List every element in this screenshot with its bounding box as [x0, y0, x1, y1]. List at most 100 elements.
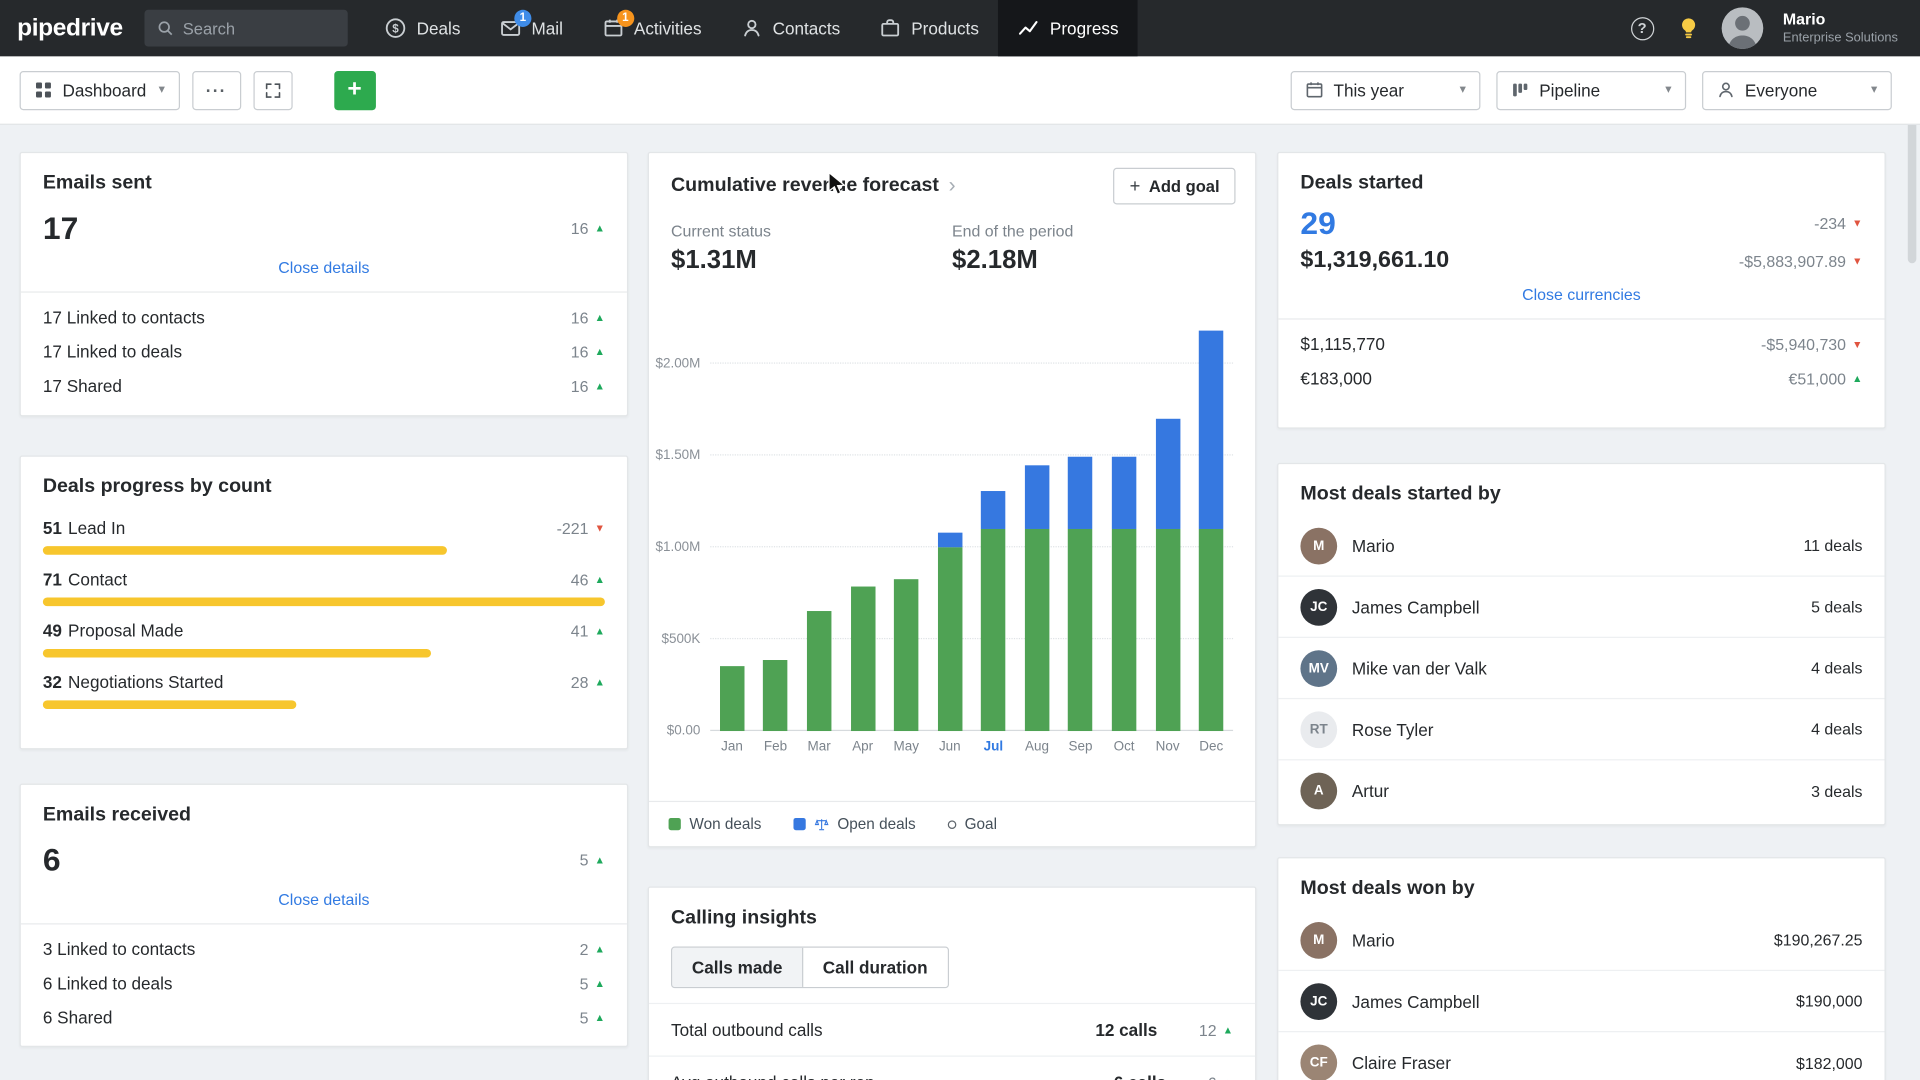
nav-item-deals[interactable]: $ Deals [365, 0, 480, 56]
won-deals-segment [981, 529, 1005, 731]
nav-item-contacts[interactable]: Contacts [721, 0, 860, 56]
card-emails-received[interactable]: Emails received 6 5 Close details 3 Link… [20, 784, 629, 1047]
plus-icon: + [1130, 176, 1141, 197]
card-calling-insights[interactable]: Calling insights Calls made Call duratio… [648, 887, 1257, 1080]
list-item[interactable]: 17 Shared 16 [21, 369, 627, 403]
user-info[interactable]: Mario Enterprise Solutions [1783, 10, 1898, 46]
leaderboard-row[interactable]: MV Mike van der Valk 4 deals [1278, 638, 1884, 699]
person-name[interactable]: Mike van der Valk [1352, 658, 1811, 678]
card-revenue-forecast[interactable]: Cumulative revenue forecast › + Add goal… [648, 152, 1257, 848]
metric-row[interactable]: Avg outbound calls per rep 6 calls 6 [649, 1056, 1255, 1080]
more-options-button[interactable]: ··· [192, 70, 241, 109]
stage-row[interactable]: 71Contact 46 [21, 555, 627, 606]
person-name[interactable]: Mario [1352, 536, 1804, 556]
bar-jul[interactable] [972, 327, 1016, 731]
tab-calls-made[interactable]: Calls made [672, 948, 802, 987]
list-item[interactable]: 6 Linked to deals 5 [21, 966, 627, 1000]
card-title: Most deals started by [1278, 464, 1884, 515]
list-item[interactable]: 17 Linked to deals 16 [21, 334, 627, 368]
currency-row[interactable]: €183,000 €51,000 [1278, 361, 1884, 395]
bar-nov[interactable] [1146, 327, 1190, 731]
card-most-deals-started[interactable]: Most deals started by M Mario 11 deals J… [1277, 463, 1886, 825]
bar-feb[interactable] [754, 327, 798, 731]
leaderboard-row[interactable]: JC James Campbell 5 deals [1278, 577, 1884, 638]
help-button[interactable]: ? [1629, 15, 1656, 42]
person-name[interactable]: James Campbell [1352, 597, 1811, 617]
filter-owner[interactable]: Everyone ▾ [1702, 70, 1892, 109]
calling-tabs: Calls made Call duration [671, 947, 948, 989]
avatar-photo [1722, 7, 1764, 49]
person-name[interactable]: Mario [1352, 930, 1774, 950]
user-name: Mario [1783, 10, 1898, 30]
won-deals-segment [807, 611, 831, 731]
bar-sep[interactable] [1059, 327, 1103, 731]
close-currencies-link[interactable]: Close currencies [1278, 277, 1884, 320]
y-tick-label: $0.00 [667, 724, 701, 739]
list-item[interactable]: 6 Shared 5 [21, 1000, 627, 1034]
bar-apr[interactable] [841, 327, 885, 731]
nav-item-label: Activities [634, 18, 702, 38]
open-deals-segment [981, 490, 1005, 529]
contacts-icon [741, 17, 763, 39]
list-item[interactable]: 17 Linked to contacts 16 [21, 300, 627, 334]
nav-item-mail[interactable]: 1 Mail [480, 0, 582, 56]
bar-mar[interactable] [797, 327, 841, 731]
person-name[interactable]: James Campbell [1352, 991, 1796, 1011]
nav-item-activities[interactable]: 1 Activities [582, 0, 721, 56]
nav-item-products[interactable]: Products [860, 0, 999, 56]
close-details-link[interactable]: Close details [21, 250, 627, 293]
bar-jun[interactable] [928, 327, 972, 731]
user-avatar[interactable] [1722, 7, 1764, 49]
leaderboard-row[interactable]: M Mario $190,267.25 [1278, 910, 1884, 971]
leaderboard-row[interactable]: JC James Campbell $190,000 [1278, 971, 1884, 1032]
plus-icon: + [347, 76, 361, 104]
bar-dec[interactable] [1189, 327, 1233, 731]
list-item[interactable]: 3 Linked to contacts 2 [21, 932, 627, 966]
open-deals-swatch [793, 818, 805, 830]
legend-goal[interactable]: Goal [947, 816, 996, 833]
stage-row[interactable]: 51Lead In -221 [21, 503, 627, 554]
bar-jan[interactable] [710, 327, 754, 731]
won-deals-segment [938, 547, 962, 731]
stage-row[interactable]: 49Proposal Made 41 [21, 606, 627, 657]
logo[interactable]: pipedrive [0, 14, 145, 42]
top-nav: pipedrive Search $ Deals 1 Mail [0, 0, 1920, 56]
metric-row[interactable]: Total outbound calls 12 calls 12 [649, 1003, 1255, 1056]
person-name[interactable]: Artur [1352, 781, 1811, 801]
card-most-deals-won[interactable]: Most deals won by M Mario $190,267.25 JC… [1277, 857, 1886, 1080]
leaderboard-row[interactable]: A Artur 3 deals [1278, 760, 1884, 821]
person-name[interactable]: Claire Fraser [1352, 1053, 1796, 1073]
suggestions-button[interactable] [1675, 15, 1702, 42]
card-emails-sent[interactable]: Emails sent 17 16 Close details 17 Linke… [20, 152, 629, 416]
close-details-link[interactable]: Close details [21, 882, 627, 925]
legend-open-deals[interactable]: Open deals [793, 816, 915, 833]
tab-call-duration[interactable]: Call duration [802, 948, 947, 987]
filter-period[interactable]: This year ▾ [1291, 70, 1481, 109]
chevron-right-icon[interactable]: › [949, 174, 956, 198]
card-deals-started[interactable]: Deals started 29 -234 $1,319,661.10 -$5,… [1277, 152, 1886, 429]
search-box[interactable]: Search [145, 10, 348, 47]
filter-pipeline[interactable]: Pipeline ▾ [1496, 70, 1686, 109]
leaderboard-row[interactable]: RT Rose Tyler 4 deals [1278, 699, 1884, 760]
dashboard-selector[interactable]: Dashboard ▾ [20, 70, 180, 109]
add-report-button[interactable]: + [334, 70, 376, 109]
person-value: $190,267.25 [1774, 931, 1863, 949]
fullscreen-button[interactable] [253, 70, 292, 109]
leaderboard-row[interactable]: CF Claire Fraser $182,000 [1278, 1032, 1884, 1080]
bar-aug[interactable] [1015, 327, 1059, 731]
person-name[interactable]: Rose Tyler [1352, 719, 1811, 739]
won-deals-segment [1025, 529, 1049, 731]
stage-row[interactable]: 32Negotiations Started 28 [21, 658, 627, 709]
card-deals-progress[interactable]: Deals progress by count 51Lead In -221 7… [20, 456, 629, 750]
add-goal-button[interactable]: + Add goal [1114, 168, 1236, 205]
currency-row[interactable]: $1,115,770 -$5,940,730 [1278, 327, 1884, 361]
card-title: Emails received [21, 785, 627, 832]
person-value: 11 deals [1803, 536, 1862, 554]
chart-legend: Won deals Open deals Goal [649, 801, 1255, 846]
nav-item-progress[interactable]: Progress [998, 0, 1138, 56]
bar-may[interactable] [884, 327, 928, 731]
trend-caret [595, 677, 605, 687]
bar-oct[interactable] [1102, 327, 1146, 731]
legend-won-deals[interactable]: Won deals [669, 816, 762, 833]
leaderboard-row[interactable]: M Mario 11 deals [1278, 516, 1884, 577]
